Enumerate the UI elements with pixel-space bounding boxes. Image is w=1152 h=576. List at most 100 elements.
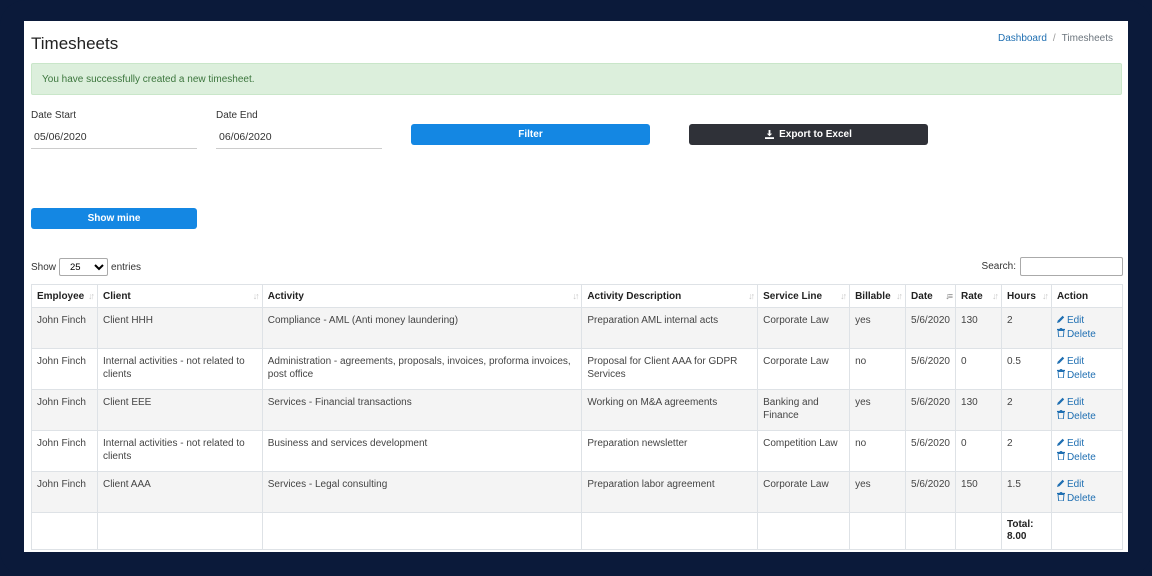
table-cell: John Finch — [31, 430, 98, 472]
show-label: Show — [31, 261, 57, 273]
action-cell: Edit Delete — [1050, 307, 1124, 349]
column-header-client[interactable]: Client ↓↑ — [96, 284, 263, 308]
table-cell: Internal activities - not related to cli… — [96, 430, 263, 472]
action-cell: Edit Delete — [1050, 430, 1124, 472]
pencil-icon — [1056, 356, 1067, 369]
edit-link[interactable]: Edit — [1056, 356, 1117, 369]
column-header-label: Action — [1056, 291, 1089, 302]
success-alert: You have successfully created a new time… — [31, 63, 1122, 95]
table-cell: 0.5 — [1000, 348, 1052, 390]
table-cell: Preparation labor agreement — [581, 471, 759, 513]
trash-icon — [1056, 409, 1067, 424]
table-cell: yes — [849, 307, 907, 349]
edit-label: Edit — [1066, 315, 1085, 326]
date-start-input[interactable] — [31, 125, 197, 149]
date-start-label: Date Start — [31, 110, 77, 121]
column-header-label: Employee — [37, 291, 85, 302]
column-header-date[interactable]: Date ↓≡ — [905, 284, 957, 308]
footer-cell — [955, 512, 1002, 550]
table-cell: John Finch — [31, 389, 98, 431]
table-cell: Corporate Law — [757, 307, 851, 349]
sort-arrows-icon[interactable]: ↓≡ — [945, 291, 953, 301]
footer-cell — [96, 512, 263, 550]
date-end-input[interactable] — [216, 125, 382, 149]
column-header-label: Client — [102, 291, 131, 302]
sort-arrows-icon[interactable]: ↓↑ — [1042, 291, 1049, 301]
delete-link[interactable]: Delete — [1056, 491, 1117, 506]
delete-link[interactable]: Delete — [1056, 368, 1117, 383]
export-button-label: Export to Excel — [779, 129, 852, 140]
show-mine-label: Show mine — [87, 213, 141, 224]
table-cell: Services - Financial transactions — [261, 389, 583, 431]
table-cell: Compliance - AML (Anti money laundering) — [261, 307, 583, 349]
delete-label: Delete — [1066, 410, 1096, 422]
table-cell: 2 — [1000, 430, 1052, 472]
delete-link[interactable]: Delete — [1056, 450, 1117, 465]
table-cell: Banking and Finance — [757, 389, 851, 431]
delete-label: Delete — [1066, 451, 1096, 463]
sort-arrows-icon[interactable]: ↓↑ — [748, 291, 755, 301]
edit-link[interactable]: Edit — [1056, 438, 1117, 451]
total-value: 8.00 — [1006, 531, 1027, 542]
column-header-rate[interactable]: Rate ↓↑ — [955, 284, 1002, 308]
table-row: John Finch Internal activities - not rela… — [31, 430, 1124, 472]
table-cell: Preparation newsletter — [581, 430, 759, 472]
total-hours-cell: Total: 8.00 — [1000, 512, 1052, 550]
column-header-label: Activity — [267, 291, 304, 302]
edit-link[interactable]: Edit — [1056, 315, 1117, 328]
column-header-label: Activity Description — [587, 291, 682, 302]
column-header-employee[interactable]: Employee ↓↑ — [31, 284, 98, 308]
column-header-billable[interactable]: Billable ↓↑ — [849, 284, 907, 308]
table-cell: John Finch — [31, 471, 98, 513]
delete-label: Delete — [1066, 328, 1096, 340]
column-header-label: Service Line — [763, 291, 823, 302]
table-cell: 5/6/2020 — [905, 430, 957, 472]
sort-arrows-icon[interactable]: ↓↑ — [253, 291, 260, 301]
table-cell: 5/6/2020 — [905, 307, 957, 349]
sort-arrows-icon[interactable]: ↓↑ — [572, 291, 579, 301]
column-header-action: Action — [1050, 284, 1124, 308]
table-cell: Competition Law — [757, 430, 851, 472]
column-header-activity-description[interactable]: Activity Description ↓↑ — [581, 284, 759, 308]
pencil-icon — [1056, 397, 1067, 410]
entries-label: entries — [111, 261, 142, 273]
column-header-hours[interactable]: Hours ↓↑ — [1000, 284, 1052, 308]
search-input[interactable] — [1020, 257, 1123, 276]
export-to-excel-button[interactable]: Export to Excel — [689, 124, 928, 145]
table-cell: 5/6/2020 — [905, 471, 957, 513]
sort-arrows-icon[interactable]: ↓↑ — [896, 291, 903, 301]
table-cell: 150 — [955, 471, 1002, 513]
table-cell: John Finch — [31, 307, 98, 349]
footer-cell — [581, 512, 759, 550]
sort-arrows-icon[interactable]: ↓↑ — [992, 291, 999, 301]
filter-button[interactable]: Filter — [411, 124, 650, 145]
table-row: John Finch Client HHH Compliance - AML (An… — [31, 307, 1124, 349]
footer-cell — [849, 512, 907, 550]
delete-link[interactable]: Delete — [1056, 409, 1117, 424]
edit-label: Edit — [1066, 438, 1085, 449]
breadcrumb-dashboard-link[interactable]: Dashboard — [998, 33, 1047, 44]
column-header-service-line[interactable]: Service Line ↓↑ — [757, 284, 851, 308]
page-title: Timesheets — [31, 34, 119, 53]
delete-link[interactable]: Delete — [1056, 327, 1117, 342]
show-mine-button[interactable]: Show mine — [31, 208, 197, 229]
footer-cell — [905, 512, 957, 550]
column-header-label: Rate — [961, 291, 983, 302]
download-icon — [765, 130, 775, 139]
table-cell: 5/6/2020 — [905, 389, 957, 431]
edit-link[interactable]: Edit — [1056, 397, 1117, 410]
sort-arrows-icon[interactable]: ↓↑ — [88, 291, 95, 301]
table-cell: no — [849, 348, 907, 390]
table-cell: 130 — [955, 389, 1002, 431]
sort-arrows-icon[interactable]: ↓↑ — [840, 291, 847, 301]
edit-label: Edit — [1066, 356, 1085, 367]
edit-label: Edit — [1066, 397, 1085, 408]
table-row: John Finch Internal activities - not rela… — [31, 348, 1124, 390]
date-end-label: Date End — [216, 110, 258, 121]
action-cell: Edit Delete — [1050, 389, 1124, 431]
page-size-select[interactable]: 25 — [59, 258, 109, 276]
column-header-activity[interactable]: Activity ↓↑ — [261, 284, 583, 308]
table-search: Search: — [982, 257, 1123, 276]
edit-link[interactable]: Edit — [1056, 479, 1117, 492]
footer-cell — [1050, 512, 1124, 550]
